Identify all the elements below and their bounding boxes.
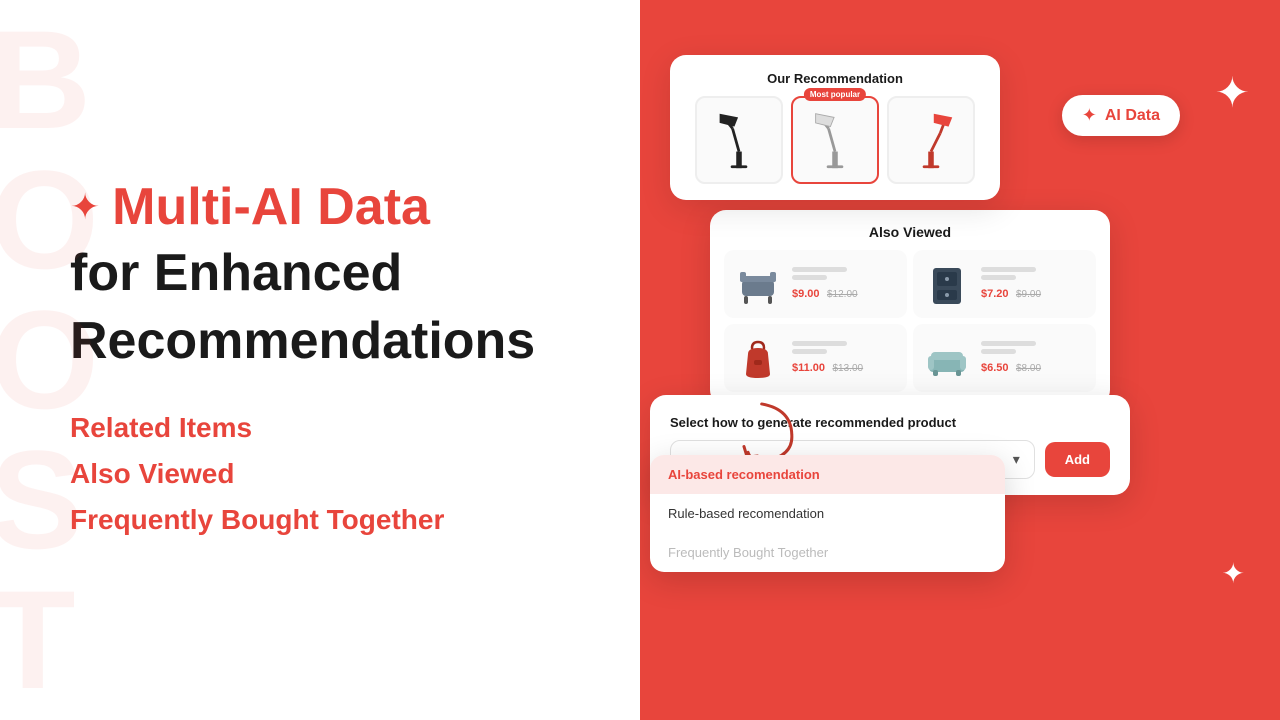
rec-products: Most popular	[686, 96, 984, 184]
av-item-info-chair: $9.00 $12.00	[792, 267, 899, 302]
rec-product-3	[887, 96, 975, 184]
hero-recommendations: Recommendations	[70, 312, 580, 372]
av-line	[981, 275, 1016, 280]
av-price-chair: $9.00	[792, 288, 820, 300]
av-item-info-cabinet: $7.20 $9.00	[981, 267, 1088, 302]
av-price-cabinet: $7.20	[981, 288, 1009, 300]
rec-product-2: Most popular	[791, 96, 879, 184]
watermark-letter: T	[0, 570, 94, 710]
hero-title-row: ✦ Multi-AI Data	[70, 179, 580, 236]
left-section: B O O S T ✦ Multi-AI Data for Enhanced R…	[0, 0, 640, 720]
sparkle-bottom-right: ✦	[1222, 557, 1245, 590]
dropdown-menu: AI-based recomendation Rule-based recome…	[650, 455, 1005, 572]
av-price-sofa: $6.50	[981, 362, 1009, 374]
page: B O O S T ✦ Multi-AI Data for Enhanced R…	[0, 0, 1280, 720]
av-orig-bag: $13.00	[833, 363, 864, 374]
hero-subtitle: for Enhanced	[70, 244, 580, 304]
av-line	[792, 341, 847, 346]
feature-related-items: Related Items	[70, 407, 580, 449]
cabinet-img	[921, 258, 973, 310]
av-item-lines	[792, 341, 899, 354]
dropdown-item-rule[interactable]: Rule-based recomendation	[650, 494, 1005, 533]
av-line	[981, 267, 1036, 272]
av-line	[981, 341, 1036, 346]
dropdown-item-ai[interactable]: AI-based recomendation	[650, 455, 1005, 494]
av-line	[792, 275, 827, 280]
av-price-bag: $11.00	[792, 362, 825, 374]
av-orig-chair: $12.00	[827, 289, 858, 300]
chevron-down-icon: ▾	[1013, 451, 1020, 468]
hero-title-text: Multi-AI Data	[112, 179, 430, 236]
watermark: B O O S T	[0, 0, 94, 720]
av-line	[981, 349, 1016, 354]
right-section: ✦ AI Data ✦ ✦ Our Recommendation	[640, 0, 1280, 720]
chair-img	[732, 258, 784, 310]
av-orig-cabinet: $9.00	[1016, 289, 1041, 300]
watermark-letter: B	[0, 10, 94, 150]
sparkle-top-right: ✦	[1215, 68, 1250, 117]
av-item-lines	[981, 267, 1088, 280]
also-viewed-card: Also Viewed	[710, 210, 1110, 406]
sparkle-lg-icon: ✦	[1215, 69, 1250, 116]
av-grid: $9.00 $12.00	[724, 250, 1096, 392]
ai-badge-star-icon: ✦	[1082, 105, 1097, 126]
watermark-letter: O	[0, 150, 94, 290]
sparkle-sm-icon: ✦	[1222, 558, 1245, 589]
av-item-sofa: $6.50 $8.00	[913, 324, 1096, 392]
av-item-lines	[792, 267, 899, 280]
av-item-info-sofa: $6.50 $8.00	[981, 341, 1088, 376]
ai-badge: ✦ AI Data	[1062, 95, 1180, 136]
av-item-cabinet: $7.20 $9.00	[913, 250, 1096, 318]
bag-img	[732, 332, 784, 384]
av-item-chair: $9.00 $12.00	[724, 250, 907, 318]
watermark-letter: O	[0, 290, 94, 430]
av-line	[792, 349, 827, 354]
av-orig-sofa: $8.00	[1016, 363, 1041, 374]
recommendation-card: Our Recommendation Most popular	[670, 55, 1000, 200]
add-button[interactable]: Add	[1045, 442, 1110, 477]
sofa-img	[921, 332, 973, 384]
dropdown-item-fbt[interactable]: Frequently Bought Together	[650, 533, 1005, 572]
rec-product-1	[695, 96, 783, 184]
watermark-letter: S	[0, 430, 94, 570]
av-line	[792, 267, 847, 272]
av-title: Also Viewed	[724, 224, 1096, 240]
av-item-lines	[981, 341, 1088, 354]
feature-also-viewed: Also Viewed	[70, 453, 580, 495]
av-item-bag: $11.00 $13.00	[724, 324, 907, 392]
popular-badge: Most popular	[804, 88, 866, 101]
rec-card-title: Our Recommendation	[686, 71, 984, 86]
ai-badge-text: AI Data	[1105, 107, 1160, 125]
feature-frequently-bought: Frequently Bought Together	[70, 499, 580, 541]
feature-list: Related Items Also Viewed Frequently Bou…	[70, 407, 580, 541]
av-item-info-bag: $11.00 $13.00	[792, 341, 899, 376]
